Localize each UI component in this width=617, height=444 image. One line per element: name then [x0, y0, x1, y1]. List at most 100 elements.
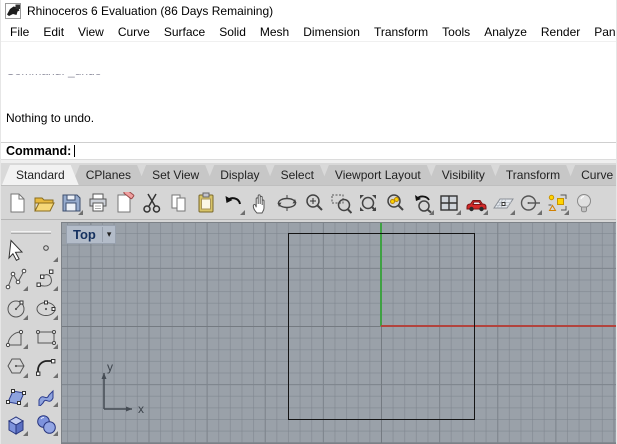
dropdown-corner [240, 209, 245, 215]
point-tool-button[interactable] [33, 237, 59, 263]
new-file-icon [10, 193, 25, 212]
rectangle-curve[interactable] [288, 233, 475, 420]
rectangle-tool-button[interactable] [33, 324, 59, 350]
y-axis-label: y [107, 361, 113, 374]
set-view-button[interactable] [517, 190, 543, 216]
save-button[interactable] [58, 190, 84, 216]
car-button[interactable] [463, 190, 489, 216]
box-tool-button[interactable] [3, 411, 29, 437]
cut-button[interactable] [139, 190, 165, 216]
dropdown-corner [53, 315, 58, 320]
undo-button[interactable] [220, 190, 246, 216]
menu-analyze[interactable]: Analyze [477, 23, 534, 41]
tab-cplanes[interactable]: CPlanes [72, 165, 145, 185]
undo-view-change-button[interactable] [409, 190, 435, 216]
new-file-button[interactable] [4, 190, 30, 216]
main-area: Top ▾ y x [1, 220, 616, 444]
cylinder-tool-button[interactable] [3, 440, 29, 444]
tab-curve-tools[interactable]: Curve Tools [567, 165, 616, 185]
four-viewports-button[interactable] [436, 190, 462, 216]
surface-patch-tool-button[interactable] [33, 440, 59, 444]
tool-sidebar [1, 222, 61, 444]
zoom-dynamic-icon [306, 193, 323, 211]
polyline-tool-button[interactable] [3, 266, 29, 292]
sphere-tool-button[interactable] [33, 411, 59, 437]
tab-display[interactable]: Display [206, 165, 273, 185]
dropdown-corner [456, 209, 461, 215]
dropdown-corner [53, 344, 58, 349]
delete-button[interactable] [112, 190, 138, 216]
menu-mesh[interactable]: Mesh [253, 23, 296, 41]
command-history: Command: _undo Nothing to undo. Command:… [1, 42, 616, 142]
print-icon [89, 193, 107, 211]
paste-clipboard-icon [198, 192, 214, 212]
rhino-logo-icon [5, 3, 21, 19]
zoom-window-button[interactable] [328, 190, 354, 216]
menu-panels[interactable]: Panels [587, 23, 616, 41]
menu-curve[interactable]: Curve [111, 23, 157, 41]
dropdown-corner [23, 315, 28, 320]
surface-tool-button[interactable] [3, 382, 29, 408]
fillet-curves-tool-button[interactable] [33, 353, 59, 379]
zoom-extents-button[interactable] [355, 190, 381, 216]
zoom-dynamic-button[interactable] [301, 190, 327, 216]
menu-solid[interactable]: Solid [212, 23, 253, 41]
select-arrow-icon [8, 239, 24, 261]
menu-edit[interactable]: Edit [36, 23, 71, 41]
tab-viewport-layout[interactable]: Viewport Layout [321, 165, 435, 185]
dropdown-corner [53, 373, 58, 378]
ellipse-tool-button[interactable] [33, 295, 59, 321]
dropdown-corner [53, 257, 58, 262]
menu-file[interactable]: File [3, 23, 36, 41]
curved-surface-tool-button[interactable] [33, 382, 59, 408]
copy-button[interactable] [166, 190, 192, 216]
dropdown-corner [483, 209, 488, 215]
menu-tools[interactable]: Tools [435, 23, 477, 41]
cplane-button[interactable] [490, 190, 516, 216]
rotate-view-button[interactable] [274, 190, 300, 216]
polygon-tool-button[interactable] [3, 353, 29, 379]
tab-set-view[interactable]: Set View [138, 165, 213, 185]
print-button[interactable] [85, 190, 111, 216]
menu-view[interactable]: View [71, 23, 111, 41]
select-tool-button[interactable] [3, 237, 29, 263]
zoom-window-icon [331, 194, 352, 214]
top-viewport[interactable]: Top ▾ y x [61, 222, 616, 444]
dropdown-corner [53, 286, 58, 291]
menu-dimension[interactable]: Dimension [296, 23, 367, 41]
tab-visibility[interactable]: Visibility [428, 165, 499, 185]
pan-button[interactable] [247, 190, 273, 216]
tab-standard[interactable]: Standard [2, 165, 79, 185]
dropdown-corner [23, 344, 28, 349]
circle-tool-button[interactable] [3, 295, 29, 321]
dropdown-corner [23, 286, 28, 291]
selection-filter-button[interactable] [544, 190, 570, 216]
cut-scissors-icon [143, 193, 161, 213]
command-prompt-label: Command: [6, 144, 72, 158]
menu-render[interactable]: Render [534, 23, 587, 41]
history-line: Nothing to undo. [6, 111, 95, 126]
lightbulb-button[interactable] [571, 190, 597, 216]
viewport-title-dropdown[interactable]: Top ▾ [66, 225, 117, 244]
toolbar-tabbar: Standard CPlanes Set View Display Select… [1, 163, 616, 186]
command-prompt[interactable]: Command: [1, 142, 616, 159]
open-file-button[interactable] [31, 190, 57, 216]
tab-select[interactable]: Select [267, 165, 328, 185]
zoom-extents-icon [360, 194, 377, 211]
menu-transform[interactable]: Transform [367, 23, 435, 41]
open-folder-icon [34, 197, 55, 211]
dropdown-corner [53, 402, 58, 407]
paste-button[interactable] [193, 190, 219, 216]
sidebar-grip[interactable] [11, 231, 51, 234]
standard-toolbar [1, 186, 616, 220]
zoom-selected-button[interactable] [382, 190, 408, 216]
arc-tool-button[interactable] [3, 324, 29, 350]
lightbulb-icon [577, 193, 591, 212]
menubar: File Edit View Curve Surface Solid Mesh … [1, 22, 616, 42]
menu-surface[interactable]: Surface [157, 23, 212, 41]
pan-hand-icon [252, 193, 265, 213]
tab-transform[interactable]: Transform [492, 165, 574, 185]
curve-tool-button[interactable] [33, 266, 59, 292]
chevron-down-icon[interactable]: ▾ [103, 229, 116, 240]
dropdown-corner [510, 209, 515, 215]
